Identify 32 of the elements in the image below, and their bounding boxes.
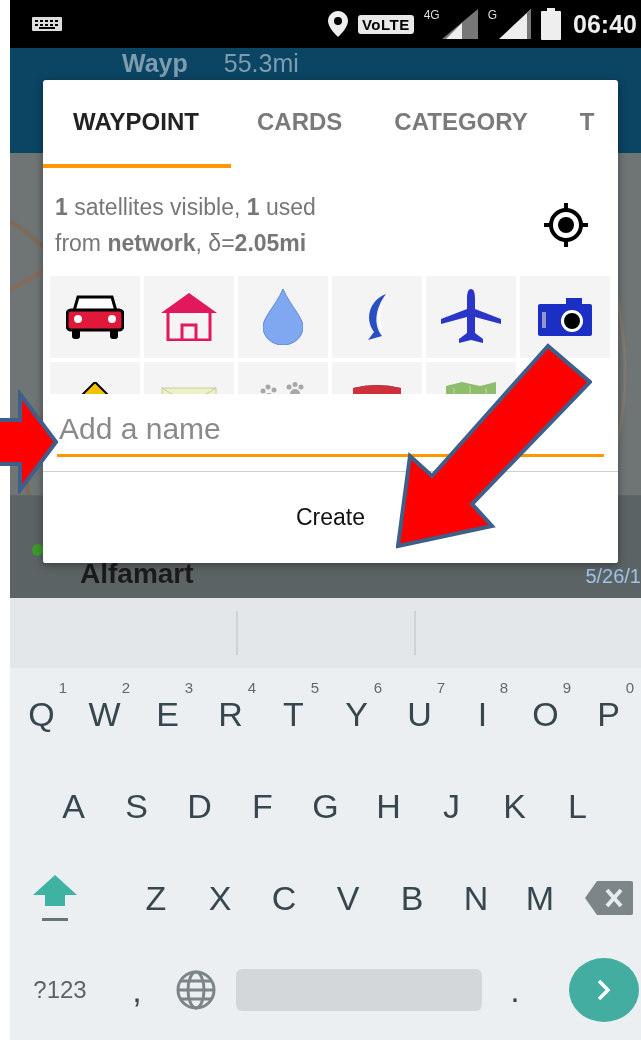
app-title: Wayp xyxy=(122,51,188,76)
letter-key[interactable]: H xyxy=(357,771,420,841)
letter-key[interactable]: C xyxy=(252,863,316,933)
network-label: 4G xyxy=(423,8,440,22)
comma-key[interactable]: , xyxy=(110,955,164,1025)
period-key[interactable]: . xyxy=(488,955,542,1025)
letter-key[interactable]: M xyxy=(508,863,572,933)
letter-key[interactable]: N xyxy=(444,863,508,933)
tab[interactable]: WAYPOINT xyxy=(43,80,231,168)
clock-time: 06:40 xyxy=(573,9,637,39)
letter-key[interactable]: J xyxy=(420,771,483,841)
date-label: 5/26/1 xyxy=(585,564,641,588)
letter-key[interactable]: L xyxy=(546,771,609,841)
gps-info-text: from network, δ=2.05mi xyxy=(55,229,308,258)
network-label: G xyxy=(487,8,498,22)
distance-label: 55.3mi xyxy=(223,51,299,76)
letter-key[interactable]: B xyxy=(380,863,444,933)
letter-key[interactable]: K xyxy=(483,771,546,841)
letter-key[interactable]: A xyxy=(42,771,105,841)
tab[interactable]: CATEGORY xyxy=(368,80,554,168)
letter-key[interactable]: Z xyxy=(124,863,188,933)
tab[interactable]: CARDS xyxy=(231,80,369,168)
letter-key[interactable]: S xyxy=(105,771,168,841)
tab[interactable]: T xyxy=(553,80,618,168)
gps-info-text: 1 satellites visible, 1 used xyxy=(55,193,317,222)
letter-key[interactable]: X xyxy=(188,863,252,933)
symbols-key[interactable]: ?123 xyxy=(10,955,110,1025)
letter-key[interactable]: G xyxy=(294,771,357,841)
letter-key[interactable]: F xyxy=(231,771,294,841)
volte-badge: VoLTE xyxy=(357,14,414,34)
letter-key[interactable]: D xyxy=(168,771,231,841)
letter-key[interactable]: V xyxy=(316,863,380,933)
